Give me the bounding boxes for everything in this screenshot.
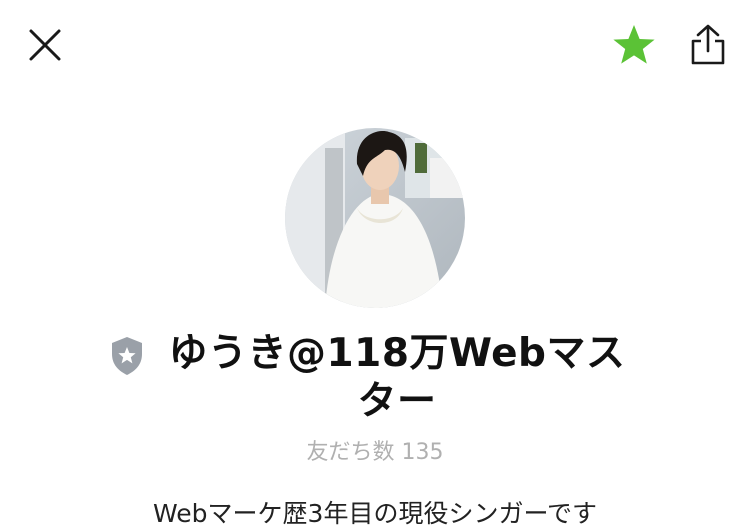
profile-avatar[interactable] bbox=[285, 128, 465, 308]
share-button[interactable] bbox=[688, 24, 728, 66]
status-message: Webマーケ歴3年目の現役シンガーです bbox=[153, 499, 597, 528]
avatar-photo bbox=[285, 128, 465, 308]
profile-sheet: ゆうき@118万Webマスター 友だち数 135 Webマーケ歴3年目の現役シン… bbox=[0, 0, 750, 528]
profile-name-block: ゆうき@118万Webマスター bbox=[110, 330, 640, 426]
verified-shield-icon bbox=[112, 337, 142, 375]
friends-count: 友だち数 135 bbox=[306, 440, 444, 465]
profile-name: ゆうき@118万Webマスター bbox=[168, 331, 626, 424]
profile-name-row: ゆうき@118万Webマスター bbox=[0, 330, 750, 426]
share-icon bbox=[691, 24, 725, 65]
favorite-button[interactable] bbox=[612, 24, 656, 66]
close-button[interactable] bbox=[26, 26, 64, 64]
close-icon bbox=[29, 29, 61, 61]
star-icon bbox=[613, 25, 655, 64]
